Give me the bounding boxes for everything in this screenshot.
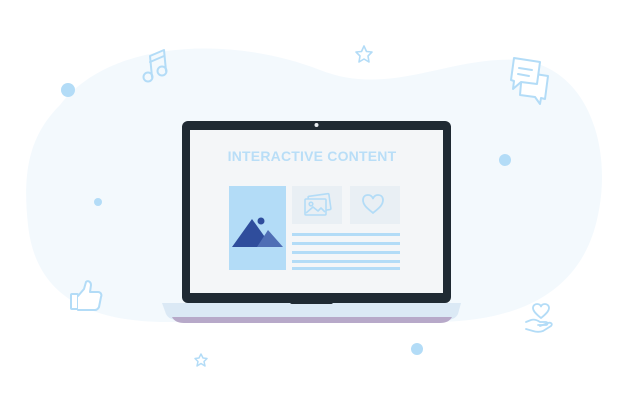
illustration-scene: INTERACTIVE CONTENT [0,0,618,401]
decor-dot [411,343,423,355]
star-icon [355,45,373,63]
decor-dot [499,154,511,166]
featured-image-card [229,186,286,270]
decor-dot [61,83,75,97]
star-icon [194,353,208,367]
webcam [314,123,319,127]
text-line [292,233,400,236]
text-line [292,251,400,254]
text-line [292,267,400,270]
decor-dot [94,198,102,206]
thumbnail-card-heart [350,186,400,224]
illustration-canvas [26,45,602,367]
text-line [292,242,400,245]
screen-title: INTERACTIVE CONTENT [227,148,397,164]
text-line [292,260,400,263]
heart-hand-icon [525,303,553,333]
